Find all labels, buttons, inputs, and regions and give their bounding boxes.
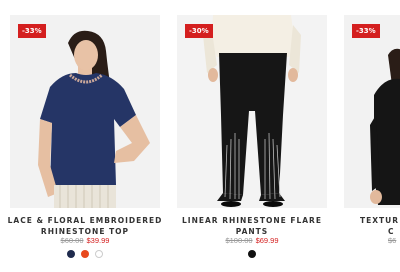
discount-badge: -33% — [352, 24, 380, 38]
product-price: $100.00 $69.99 — [177, 236, 327, 246]
product-title[interactable]: LACE & FLORAL EMBROIDERED RHINESTONE TOP — [5, 215, 165, 237]
discount-badge: -33% — [18, 24, 46, 38]
swatch-black[interactable] — [248, 250, 256, 258]
model-black-flare-pants-image — [177, 15, 327, 208]
product-title[interactable]: TEXTUR C — [360, 215, 400, 237]
sale-price: $39.99 — [86, 236, 110, 245]
color-swatches — [177, 250, 327, 258]
model-navy-lace-top-image — [10, 15, 160, 208]
model-black-top-image — [344, 15, 400, 208]
sale-price: $69.99 — [255, 236, 279, 245]
product-card-3[interactable]: -33% TEXTUR C $6 — [344, 15, 400, 272]
original-price: $6 — [388, 236, 397, 245]
product-image-3[interactable]: -33% — [344, 15, 400, 208]
product-title-line-1: TEXTUR — [360, 216, 400, 225]
swatch-white[interactable] — [95, 250, 103, 258]
original-price: $100.00 — [225, 236, 253, 245]
product-title[interactable]: LINEAR RHINESTONE FLARE PANTS — [172, 215, 332, 237]
color-swatches — [10, 250, 160, 258]
swatch-orange[interactable] — [81, 250, 89, 258]
original-price: $60.00 — [60, 236, 84, 245]
product-price: $60.00 $39.99 — [10, 236, 160, 246]
discount-badge: -30% — [185, 24, 213, 38]
swatch-navy[interactable] — [67, 250, 75, 258]
product-image-2[interactable]: -30% — [177, 15, 327, 208]
product-image-1[interactable]: -33% — [10, 15, 160, 208]
product-price: $6 — [388, 236, 400, 246]
